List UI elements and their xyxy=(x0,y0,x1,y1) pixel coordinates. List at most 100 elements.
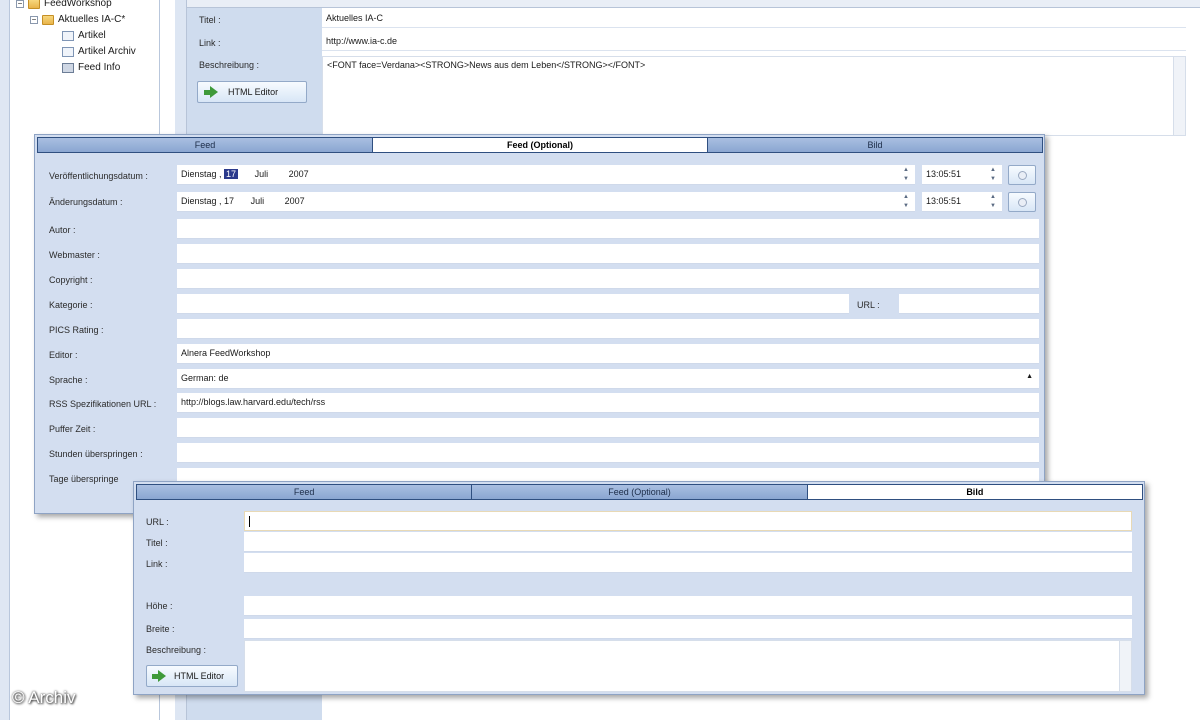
tree-root-label: FeedWorkshop xyxy=(44,0,112,9)
link-field[interactable]: http://www.ia-c.de xyxy=(322,33,1186,51)
calendar-button[interactable] xyxy=(1008,165,1036,185)
collapse-icon[interactable]: − xyxy=(30,16,38,24)
tab-bild[interactable]: Bild xyxy=(806,484,1143,500)
year: 2007 xyxy=(288,169,309,179)
language-label: Sprache : xyxy=(49,375,88,385)
language-value: German: de xyxy=(181,373,229,383)
tree-node-archiv[interactable]: Artikel Archiv xyxy=(62,44,136,60)
tree-item-label: Artikel xyxy=(78,30,106,41)
html-editor-label: HTML Editor xyxy=(174,671,225,681)
feed-optional-window: Feed Feed (Optional) Bild Veröffentlichu… xyxy=(34,134,1045,514)
folder-icon xyxy=(42,15,54,25)
title-label: Titel : xyxy=(199,15,221,25)
archive-icon xyxy=(62,47,74,57)
image-width-label: Breite : xyxy=(146,624,175,634)
category-field[interactable] xyxy=(177,294,849,314)
date-spinner[interactable]: ▲ ▼ xyxy=(898,166,914,184)
tree-item-label: Artikel Archiv xyxy=(78,46,136,57)
link-label: Link : xyxy=(199,38,221,48)
tab-feed-optional[interactable]: Feed (Optional) xyxy=(372,137,708,153)
weekday: Dienstag , xyxy=(181,169,222,179)
description-field[interactable]: <FONT face=Verdana><STRONG>News aus dem … xyxy=(322,56,1186,136)
copyright-label: Copyright : xyxy=(49,275,93,285)
day: 17 xyxy=(224,196,235,206)
copyright-field[interactable] xyxy=(177,269,1039,289)
image-title-label: Titel : xyxy=(146,538,168,548)
pics-rating-label: PICS Rating : xyxy=(49,325,104,335)
tab-bar: Feed Feed (Optional) Bild xyxy=(37,137,1043,153)
tab-feed[interactable]: Feed xyxy=(136,484,473,500)
collapse-icon[interactable]: − xyxy=(16,0,24,8)
tree-node-feed-info[interactable]: Feed Info xyxy=(62,60,120,76)
rss-spec-label: RSS Spezifikationen URL : xyxy=(49,399,157,409)
arrow-right-icon xyxy=(152,670,166,682)
rss-spec-field[interactable]: http://blogs.law.harvard.edu/tech/rss xyxy=(177,393,1039,413)
description-label: Beschreibung : xyxy=(199,60,260,70)
image-title-field[interactable] xyxy=(244,532,1132,552)
scrollbar[interactable] xyxy=(1119,641,1131,691)
language-select[interactable]: German: de ▲ xyxy=(177,369,1039,389)
month: Juli xyxy=(254,169,269,179)
editor-label: Editor : xyxy=(49,350,78,360)
year: 2007 xyxy=(284,196,305,206)
pub-date-picker[interactable]: Dienstag , 17 Juli 2007 xyxy=(177,165,915,185)
calendar-icon xyxy=(1018,171,1027,180)
buffer-time-label: Puffer Zeit : xyxy=(49,424,96,434)
calendar-button[interactable] xyxy=(1008,192,1036,212)
mod-date-label: Änderungsdatum : xyxy=(49,197,123,207)
image-html-editor-button[interactable]: HTML Editor xyxy=(146,665,238,687)
image-height-field[interactable] xyxy=(244,596,1132,616)
info-icon xyxy=(62,63,74,73)
title-field[interactable]: Aktuelles IA-C xyxy=(322,10,1186,28)
dropdown-arrow-icon[interactable]: ▲ xyxy=(1026,373,1033,380)
html-editor-label: HTML Editor xyxy=(228,87,279,97)
text-cursor xyxy=(249,516,250,527)
html-editor-button[interactable]: HTML Editor xyxy=(197,81,307,103)
tab-feed-optional[interactable]: Feed (Optional) xyxy=(471,484,808,500)
author-field[interactable] xyxy=(177,219,1039,239)
left-frame xyxy=(0,0,10,720)
image-url-label: URL : xyxy=(146,517,169,527)
buffer-time-field[interactable] xyxy=(177,418,1039,438)
tab-feed[interactable]: Feed xyxy=(37,137,373,153)
tree-node-root[interactable]: − FeedWorkshop xyxy=(16,0,112,12)
pics-rating-field[interactable] xyxy=(177,319,1039,339)
calendar-icon xyxy=(1018,198,1027,207)
document-icon xyxy=(62,31,74,41)
image-description-label: Beschreibung : xyxy=(146,645,207,655)
skip-hours-label: Stunden überspringen : xyxy=(49,449,143,459)
image-window: Feed Feed (Optional) Bild URL : Titel : … xyxy=(133,481,1145,695)
image-link-label: Link : xyxy=(146,559,168,569)
mod-date-picker[interactable]: Dienstag , 17 Juli 2007 xyxy=(177,192,915,212)
skip-days-label: Tage überspringe xyxy=(49,474,119,484)
tab-bild[interactable]: Bild xyxy=(707,137,1043,153)
skip-hours-field[interactable] xyxy=(177,443,1039,463)
editor-field[interactable]: Alnera FeedWorkshop xyxy=(177,344,1039,364)
time-spinner[interactable]: ▲ ▼ xyxy=(985,193,1001,211)
image-link-field[interactable] xyxy=(244,553,1132,573)
time-spinner[interactable]: ▲ ▼ xyxy=(985,166,1001,184)
tree-feed-label: Aktuelles IA-C* xyxy=(58,14,126,25)
webmaster-field[interactable] xyxy=(177,244,1039,264)
webmaster-label: Webmaster : xyxy=(49,250,100,260)
watermark: © Archiv xyxy=(12,688,76,707)
category-url-label: URL : xyxy=(857,300,880,310)
arrow-right-icon xyxy=(204,86,218,98)
category-label: Kategorie : xyxy=(49,300,93,310)
month: Juli xyxy=(250,196,265,206)
date-spinner[interactable]: ▲ ▼ xyxy=(898,193,914,211)
top-bar xyxy=(187,0,1200,8)
category-url-field[interactable] xyxy=(899,294,1039,314)
image-url-field[interactable] xyxy=(244,511,1132,531)
tab-bar: Feed Feed (Optional) Bild xyxy=(136,484,1143,500)
folder-icon xyxy=(28,0,40,9)
weekday: Dienstag , xyxy=(181,196,222,206)
image-width-field[interactable] xyxy=(244,619,1132,639)
description-text: <FONT face=Verdana><STRONG>News aus dem … xyxy=(327,60,646,70)
day: 17 xyxy=(224,169,239,179)
tree-node-feed[interactable]: − Aktuelles IA-C* xyxy=(30,12,125,28)
image-description-field[interactable] xyxy=(244,640,1132,692)
scrollbar[interactable] xyxy=(1173,57,1185,135)
image-height-label: Höhe : xyxy=(146,601,173,611)
tree-node-artikel[interactable]: Artikel xyxy=(62,28,106,44)
